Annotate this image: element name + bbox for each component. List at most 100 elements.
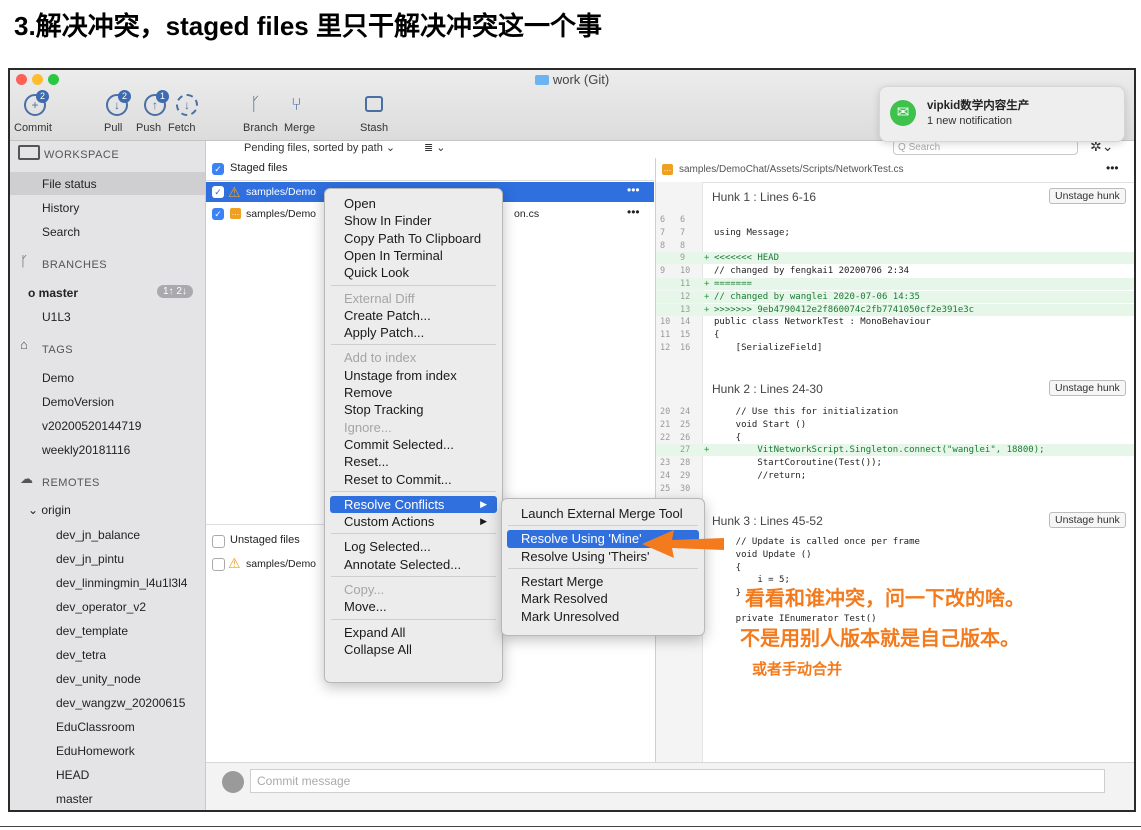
- context-menu-item[interactable]: Unstage from index: [330, 367, 497, 384]
- context-menu-item[interactable]: Expand All: [330, 624, 497, 641]
- sidebar-item-tag[interactable]: Demo: [42, 371, 74, 385]
- stash-button[interactable]: [365, 96, 383, 112]
- diff-line[interactable]: 25 30: [656, 483, 1134, 495]
- diff-line[interactable]: 66: [656, 214, 1134, 226]
- context-menu-item[interactable]: Reset to Commit...: [330, 471, 497, 488]
- sidebar-item-remote-branch[interactable]: EduHomework: [56, 744, 135, 758]
- sidebar-item-file-status[interactable]: File status: [42, 177, 97, 191]
- diff-line[interactable]: 20 24 // Use this for initialization: [656, 406, 1134, 418]
- context-menu-item[interactable]: Apply Patch...: [330, 324, 497, 341]
- context-menu-item-label: Copy...: [344, 582, 385, 597]
- sidebar-item-remote-branch[interactable]: dev_unity_node: [56, 672, 141, 686]
- unstaged-all-checkbox[interactable]: [212, 535, 225, 548]
- unstage-hunk-button[interactable]: Unstage hunk: [1049, 380, 1126, 396]
- diff-line-added[interactable]: 11 + =======: [656, 278, 1134, 290]
- context-menu-item[interactable]: Quick Look: [330, 264, 497, 281]
- context-menu-item[interactable]: Annotate Selected...: [330, 556, 497, 573]
- unstage-hunk-button[interactable]: Unstage hunk: [1049, 188, 1126, 204]
- staged-all-checkbox[interactable]: ✓: [212, 163, 224, 175]
- file-checkbox[interactable]: ✓: [212, 208, 224, 220]
- context-menu-item[interactable]: Resolve Conflicts ▶: [330, 495, 497, 514]
- diff-line-added[interactable]: 27 + VitNetworkScript.Singleton.connect("…: [656, 444, 1134, 457]
- sidebar-item-remote-branch[interactable]: dev_jn_pintu: [56, 552, 124, 566]
- context-menu-item[interactable]: Collapse All: [330, 641, 497, 658]
- context-menu-item[interactable]: Log Selected...: [330, 538, 497, 555]
- diff-line[interactable]: 11 15 {: [656, 329, 1134, 341]
- commit-message-input[interactable]: Commit message: [250, 769, 1105, 793]
- file-checkbox[interactable]: [212, 558, 225, 571]
- current-branch-icon: o: [28, 286, 39, 300]
- pull-badge: 2: [118, 90, 131, 103]
- context-menu-item[interactable]: Move...: [330, 598, 497, 615]
- submenu-item[interactable]: Restart Merge: [507, 573, 699, 590]
- diff-line[interactable]: 9 10 // changed by fengkai1 20200706 2:34: [656, 265, 1134, 277]
- context-menu-item[interactable]: Commit Selected...: [330, 436, 497, 453]
- menu-separator: [508, 567, 698, 569]
- context-menu-item[interactable]: Custom Actions ▶: [330, 513, 497, 530]
- tags-heading: TAGS: [42, 344, 74, 356]
- sidebar-item-origin[interactable]: ⌄ origin: [28, 503, 71, 517]
- diff-line[interactable]: 7 7 using Message;: [656, 227, 1134, 239]
- commit-button[interactable]: + 2: [24, 90, 49, 116]
- merge-button[interactable]: ⑂: [291, 94, 302, 115]
- diff-line[interactable]: 24 29 //return;: [656, 470, 1134, 482]
- branch-button[interactable]: ᚴ: [250, 94, 261, 115]
- sidebar-item-remote-branch[interactable]: dev_operator_v2: [56, 600, 146, 614]
- submenu-item[interactable]: Mark Resolved: [507, 590, 699, 607]
- modified-file-icon: …: [662, 164, 673, 175]
- more-icon[interactable]: •••: [627, 205, 640, 219]
- context-menu-item[interactable]: Stop Tracking: [330, 401, 497, 418]
- submenu-item[interactable]: Mark Unresolved: [507, 608, 699, 625]
- diff-line[interactable]: 10 14 public class NetworkTest : MonoBehav…: [656, 316, 1134, 328]
- context-menu-item[interactable]: Show In Finder: [330, 212, 497, 229]
- context-menu-item[interactable]: Open In Terminal: [330, 247, 497, 264]
- context-menu-item[interactable]: Open: [330, 195, 497, 212]
- sidebar-item-remote-branch[interactable]: EduClassroom: [56, 720, 135, 734]
- diff-line[interactable]: 88: [656, 240, 1134, 252]
- search-input[interactable]: Q Search: [893, 140, 1078, 155]
- sidebar-item-remote-branch[interactable]: dev_linmingmin_l4u1l3l4: [56, 576, 187, 590]
- diff-line-added[interactable]: 12 + // changed by wanglei 2020-07-06 14:3…: [656, 290, 1134, 303]
- resolve-conflicts-submenu: Launch External Merge Tool Resolve Using …: [501, 498, 705, 636]
- sidebar-item-remote-branch[interactable]: dev_tetra: [56, 648, 106, 662]
- sidebar-item-search[interactable]: Search: [42, 225, 80, 239]
- context-menu-item[interactable]: Create Patch...: [330, 307, 497, 324]
- more-icon[interactable]: •••: [627, 183, 640, 197]
- fetch-button[interactable]: ↓: [176, 94, 198, 116]
- sidebar-item-remote-branch[interactable]: master: [56, 792, 93, 806]
- notification-app: vipkid数学内容生产: [927, 100, 1030, 112]
- sidebar-item-history[interactable]: History: [42, 201, 79, 215]
- view-mode-dropdown[interactable]: ≣ ⌄: [424, 141, 446, 154]
- diff-code: StartCoroutine(Test());: [714, 458, 882, 469]
- file-checkbox[interactable]: ✓: [212, 186, 224, 198]
- more-icon[interactable]: •••: [1106, 161, 1119, 175]
- sidebar-item-remote-branch[interactable]: HEAD: [56, 768, 89, 782]
- sidebar-item-tag[interactable]: DemoVersion: [42, 395, 114, 409]
- diff-line-added[interactable]: 13 + >>>>>>> 9eb4790412e2f860074c2fb774105…: [656, 303, 1134, 316]
- context-menu-item[interactable]: Reset...: [330, 453, 497, 470]
- push-button[interactable]: ↑ 1: [144, 90, 169, 116]
- submenu-item[interactable]: Launch External Merge Tool: [507, 505, 699, 522]
- diff-line-added[interactable]: 9 + <<<<<<< HEAD: [656, 252, 1134, 265]
- diff-code: // Use this for initialization: [714, 407, 899, 417]
- new-line-number: 9: [680, 253, 686, 264]
- diff-line[interactable]: 12 16 [SerializeField]: [656, 342, 1134, 354]
- diff-line[interactable]: 23 28 StartCoroutine(Test());: [656, 457, 1134, 469]
- sidebar-item-remote-branch[interactable]: dev_jn_balance: [56, 528, 140, 542]
- diff-line[interactable]: 22 26 {: [656, 432, 1134, 444]
- submenu-item-label: Mark Resolved: [521, 591, 608, 607]
- context-menu-item[interactable]: Remove: [330, 384, 497, 401]
- sidebar-item-remote-branch[interactable]: dev_wangzw_20200615: [56, 696, 185, 710]
- sort-dropdown[interactable]: Pending files, sorted by path ⌄: [244, 141, 395, 154]
- sidebar-item-remote-branch[interactable]: dev_template: [56, 624, 128, 638]
- sidebar-item-tag[interactable]: weekly20181116: [42, 443, 130, 457]
- diff-line[interactable]: 21 25 void Start (): [656, 419, 1134, 431]
- context-menu-item-label: Reset to Commit...: [344, 471, 452, 487]
- sidebar-item-master[interactable]: o master: [28, 286, 78, 300]
- sidebar-item-u1l3[interactable]: U1L3: [42, 310, 71, 324]
- notification-banner[interactable]: ✉ vipkid数学内容生产 1 new notification: [879, 86, 1125, 142]
- context-menu-item[interactable]: Copy Path To Clipboard: [330, 230, 497, 247]
- pull-button[interactable]: ↓ 2: [106, 90, 131, 116]
- unstage-hunk-button[interactable]: Unstage hunk: [1049, 512, 1126, 528]
- sidebar-item-tag[interactable]: v20200520144719: [42, 419, 141, 433]
